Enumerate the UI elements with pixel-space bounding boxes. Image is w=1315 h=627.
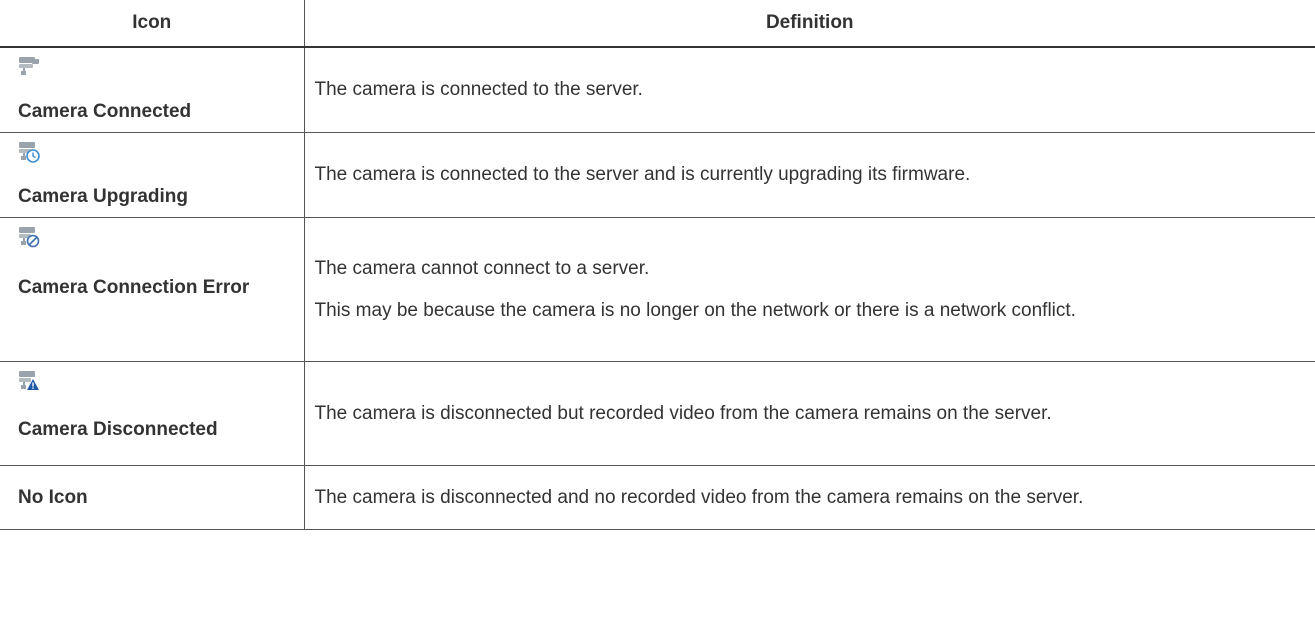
definition-text: The camera is connected to the server. bbox=[314, 79, 643, 100]
status-label: Camera Disconnected bbox=[18, 419, 218, 440]
status-label: Camera Connected bbox=[18, 101, 192, 122]
definition-text: The camera is disconnected and no record… bbox=[314, 486, 1084, 508]
status-label: Camera Upgrading bbox=[18, 186, 188, 207]
definition-cell: The camera is connected to the server an… bbox=[304, 132, 1315, 218]
definition-cell: The camera is disconnected but recorded … bbox=[304, 361, 1315, 466]
table-row: No Icon The camera is disconnected and n… bbox=[0, 465, 1315, 530]
definition-text: The camera is disconnected but recorded … bbox=[314, 402, 1052, 424]
camera-disconnected-icon bbox=[18, 362, 304, 392]
camera-upgrading-icon bbox=[18, 133, 304, 163]
table-row: Camera Upgrading The camera is connected… bbox=[0, 132, 1315, 218]
definition-cell: The camera is disconnected and no record… bbox=[304, 465, 1315, 530]
icon-cell: Camera Upgrading bbox=[0, 132, 305, 218]
icon-cell: No Icon bbox=[0, 465, 305, 530]
column-header-icon: Icon bbox=[0, 0, 305, 48]
table-header-row: Icon Definition bbox=[0, 0, 1315, 48]
icon-cell: Camera Connected bbox=[0, 47, 305, 133]
table-row: Camera Connection Error The camera canno… bbox=[0, 217, 1315, 362]
column-header-definition: Definition bbox=[304, 0, 1315, 48]
definition-text: The camera cannot connect to a server. bbox=[314, 257, 650, 279]
camera-connected-icon bbox=[18, 48, 304, 78]
camera-status-icon-table: Icon Definition Camera Connected The cam… bbox=[0, 0, 1315, 530]
definition-cell: The camera cannot connect to a server. T… bbox=[304, 217, 1315, 362]
definition-text: This may be because the camera is no lon… bbox=[314, 299, 1076, 321]
status-label: Camera Connection Error bbox=[18, 277, 250, 298]
status-label: No Icon bbox=[18, 486, 88, 508]
icon-cell: Camera Connection Error bbox=[0, 217, 305, 362]
icon-cell: Camera Disconnected bbox=[0, 361, 305, 466]
definition-text: The camera is connected to the server an… bbox=[314, 164, 971, 185]
table-row: Camera Disconnected The camera is discon… bbox=[0, 361, 1315, 466]
camera-connection-error-icon bbox=[18, 218, 304, 248]
definition-cell: The camera is connected to the server. bbox=[304, 47, 1315, 133]
table-row: Camera Connected The camera is connected… bbox=[0, 47, 1315, 133]
